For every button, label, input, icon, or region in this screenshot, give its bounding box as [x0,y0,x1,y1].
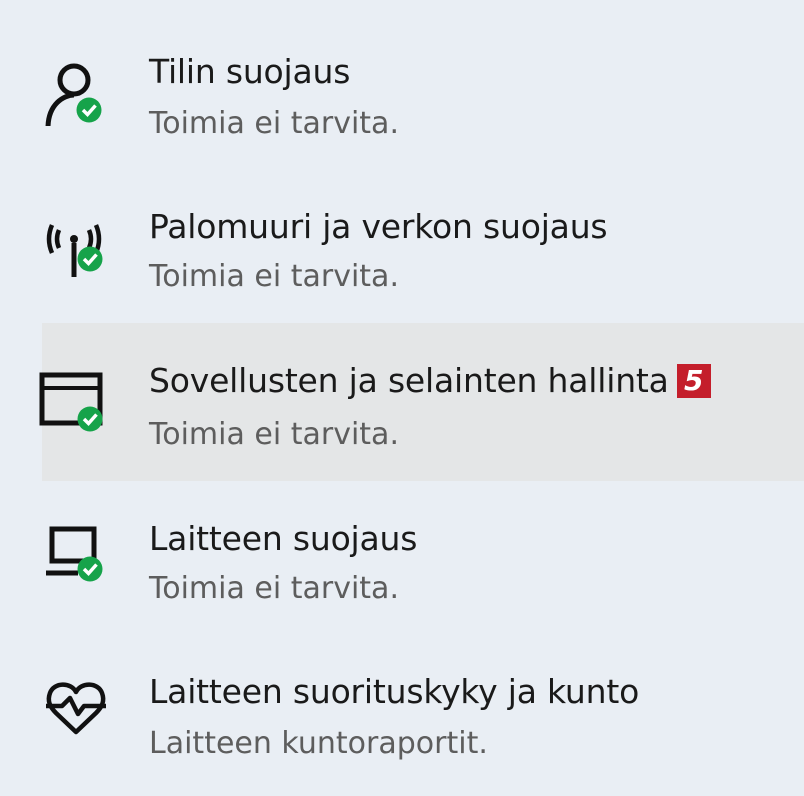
firewall-network-icon [38,207,114,283]
account-protection-icon [38,50,114,126]
item-subtitle: Toimia ei tarvita. [149,259,399,294]
item-title: Laitteen suorituskyky ja kunto [149,672,640,711]
menu-item-firewall-network[interactable]: Palomuuri ja verkon suojaus Toimia ei ta… [0,193,804,313]
item-title-text: Sovellusten ja selainten hallinta [149,361,669,400]
step-number-badge: 5 [676,364,711,398]
item-subtitle: Laitteen kuntoraportit. [149,726,488,761]
item-subtitle: Toimia ei tarvita. [149,106,399,141]
item-subtitle: Toimia ei tarvita. [149,571,399,606]
item-title: Sovellusten ja selainten hallinta 5 [149,361,711,400]
menu-item-device-security[interactable]: Laitteen suojaus Toimia ei tarvita. [0,505,804,625]
device-security-icon [38,513,114,589]
app-browser-control-icon [38,367,114,443]
menu-item-app-browser-control[interactable]: Sovellusten ja selainten hallinta 5 Toimi… [39,323,804,481]
item-title: Palomuuri ja verkon suojaus [149,207,608,246]
item-title: Tilin suojaus [149,52,351,91]
item-subtitle: Toimia ei tarvita. [149,417,399,452]
device-health-icon [38,668,114,744]
item-title: Laitteen suojaus [149,519,418,558]
menu-item-device-performance-health[interactable]: Laitteen suorituskyky ja kunto Laitteen … [0,660,804,780]
menu-item-account-protection[interactable]: Tilin suojaus Toimia ei tarvita. [0,40,804,160]
